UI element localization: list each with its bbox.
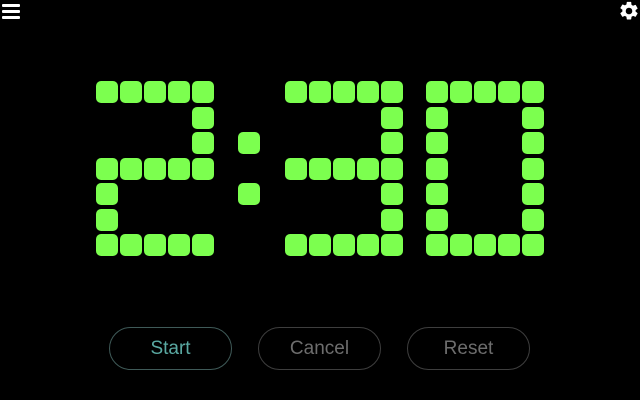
digit-segment	[120, 234, 142, 256]
digit-segment	[168, 81, 190, 103]
digit-segment	[426, 208, 448, 231]
reset-button[interactable]: Reset	[407, 327, 530, 370]
digit-segment	[144, 234, 166, 256]
digit-segment	[450, 234, 472, 256]
digit-segment	[426, 157, 448, 180]
digit-segment	[522, 208, 544, 231]
digit-segment	[285, 157, 307, 180]
digit-segment	[192, 106, 214, 129]
digit-segment	[96, 81, 118, 103]
digit-segment	[285, 234, 307, 256]
digit-segment	[522, 81, 544, 103]
digit-segment	[381, 132, 403, 154]
digit-segment	[357, 234, 379, 256]
digit-segment	[168, 234, 190, 256]
digit-segment	[309, 157, 331, 180]
digit-segment	[381, 106, 403, 129]
digit-segment	[498, 234, 520, 256]
cancel-button[interactable]: Cancel	[258, 327, 381, 370]
digit-segment	[426, 81, 448, 103]
digit-segment	[426, 106, 448, 129]
digit-segment	[381, 183, 403, 205]
digit-segment	[144, 81, 166, 103]
digit-segment	[426, 234, 448, 256]
digit-segment	[498, 81, 520, 103]
digit-segment	[309, 81, 331, 103]
digit-segment	[357, 157, 379, 180]
digit-segment	[450, 81, 472, 103]
digit-segment	[381, 157, 403, 180]
digit-segment	[333, 157, 355, 180]
digit-segment	[168, 157, 190, 180]
digit-segment	[426, 183, 448, 205]
digit-segment	[96, 183, 118, 205]
digit-segment	[522, 106, 544, 129]
digit-segment	[192, 234, 214, 256]
digit-segment	[192, 81, 214, 103]
digit-segment	[96, 234, 118, 256]
digit-segment	[192, 132, 214, 154]
digit-segment	[522, 234, 544, 256]
digit-segment	[522, 157, 544, 180]
digit-segment	[474, 81, 496, 103]
digit-segment	[96, 157, 118, 180]
digit-segment	[120, 81, 142, 103]
digit-segment	[522, 132, 544, 154]
digit-segment	[238, 183, 260, 205]
digit-segment	[96, 208, 118, 231]
digit-segment	[522, 183, 544, 205]
digit-segment	[381, 208, 403, 231]
digit-segment	[333, 81, 355, 103]
digit-segment	[381, 234, 403, 256]
start-button[interactable]: Start	[109, 327, 232, 370]
digit-segment	[333, 234, 355, 256]
digit-segment	[474, 234, 496, 256]
digit-segment	[285, 81, 307, 103]
digit-segment	[120, 157, 142, 180]
digit-segment	[192, 157, 214, 180]
digit-segment	[238, 132, 260, 154]
digit-segment	[426, 132, 448, 154]
digit-segment	[309, 234, 331, 256]
timer-display	[0, 0, 640, 300]
digit-segment	[357, 81, 379, 103]
digit-segment	[144, 157, 166, 180]
digit-segment	[381, 81, 403, 103]
timer-app: Start Cancel Reset	[0, 0, 640, 400]
